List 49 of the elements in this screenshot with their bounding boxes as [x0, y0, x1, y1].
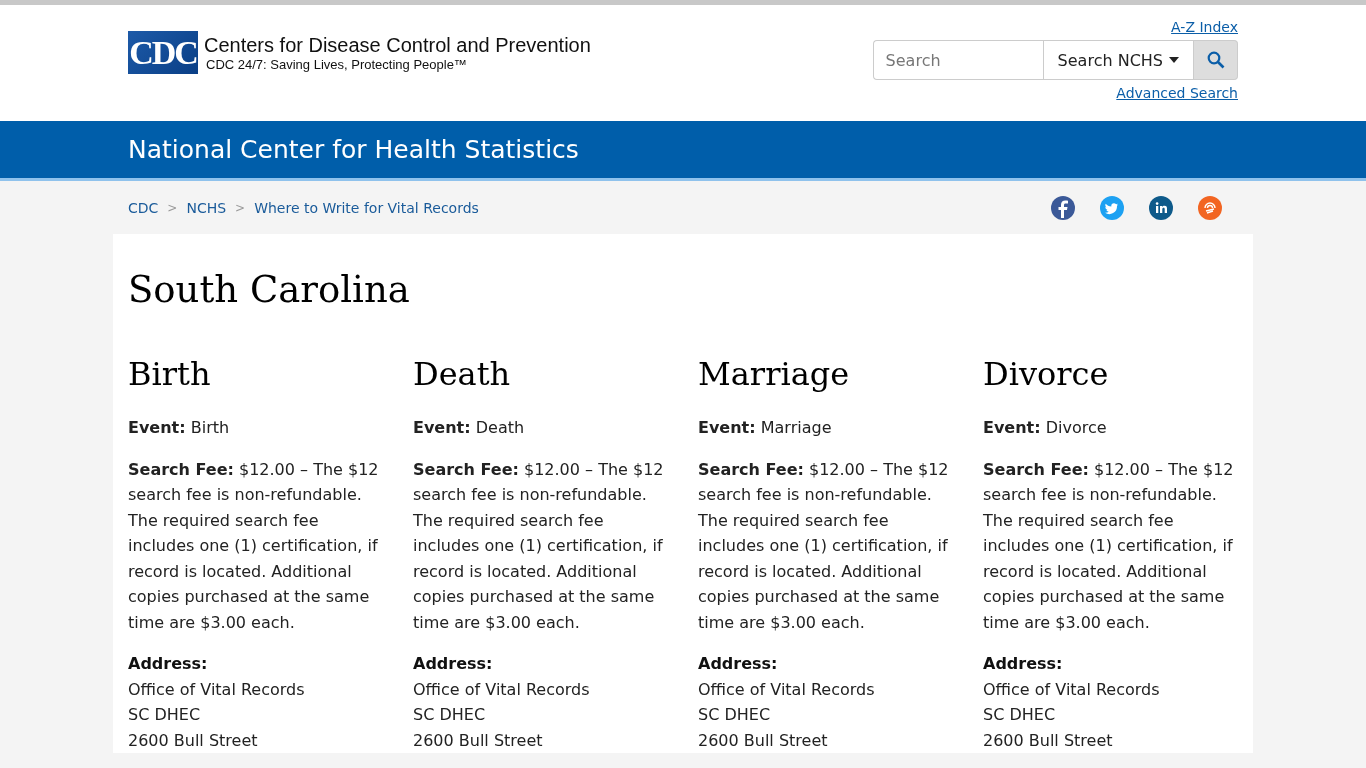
linkedin-icon[interactable]	[1149, 195, 1173, 220]
search-fee-text: Search Fee: $12.00 – The $12 search fee is non-refundable. The required search fee includes one (1) certification, if record is located. Additional copies purchased at the same time are $3.00 each.	[128, 458, 380, 634]
event-text: Event: Marriage	[698, 417, 833, 439]
address-line: SC DHEC	[413, 704, 487, 726]
address-line: Office of Vital Records	[698, 678, 876, 701]
banner-title[interactable]: National Center for Health Statistics	[128, 135, 1238, 164]
event-text: Event: Divorce	[983, 417, 1108, 439]
syndicate-icon[interactable]	[1198, 195, 1222, 220]
event-text: Event: Death	[413, 417, 526, 439]
address-line: Office of Vital Records	[128, 678, 306, 701]
address-line: SC DHEC	[698, 704, 772, 726]
page-title: South Carolina	[128, 268, 411, 311]
twitter-icon[interactable]	[1100, 195, 1124, 220]
advanced-search-link[interactable]: Advanced Search	[1116, 85, 1238, 101]
breadcrumb-link[interactable]: Where to Write for Vital Records	[254, 199, 479, 216]
section-heading: Birth	[128, 355, 212, 393]
breadcrumb-separator: >	[167, 200, 178, 215]
event-text: Event: Birth	[128, 417, 231, 439]
address-line: SC DHEC	[983, 704, 1057, 726]
address-line: 2600 Bull Street	[413, 729, 544, 752]
breadcrumb-separator: >	[235, 200, 246, 215]
a-z-index-link[interactable]: A-Z Index	[1171, 19, 1238, 35]
search-icon	[1206, 51, 1225, 69]
breadcrumb-link[interactable]: CDC	[128, 199, 159, 216]
tagline: CDC 24/7: Saving Lives, Protecting People™	[206, 56, 468, 72]
address-line: Office of Vital Records	[983, 678, 1161, 701]
search-scope-dropdown[interactable]: Search NCHS	[1042, 40, 1194, 80]
facebook-icon[interactable]	[1051, 195, 1075, 220]
section-heading: Divorce	[983, 355, 1110, 393]
address-label: Address:	[698, 653, 779, 675]
search-fee-text: Search Fee: $12.00 – The $12 search fee is non-refundable. The required search fee includes one (1) certification, if record is located. Additional copies purchased at the same time are $3.00 each.	[983, 458, 1235, 634]
search-button[interactable]	[1194, 40, 1238, 80]
cdc-logo[interactable]: CDC	[128, 31, 198, 74]
address-line: SC DHEC	[128, 704, 202, 726]
address-line: 2600 Bull Street	[983, 729, 1114, 752]
breadcrumb-link[interactable]: NCHS	[186, 199, 227, 216]
search-fee-text: Search Fee: $12.00 – The $12 search fee is non-refundable. The required search fee includes one (1) certification, if record is located. Additional copies purchased at the same time are $3.00 each.	[413, 458, 665, 634]
section-heading: Marriage	[698, 355, 851, 393]
organization-name: Centers for Disease Control and Prevention	[204, 33, 591, 57]
caret-icon	[1169, 57, 1179, 63]
section-heading: Death	[413, 355, 512, 393]
address-line: Office of Vital Records	[413, 678, 591, 701]
address-label: Address:	[983, 653, 1064, 675]
address-label: Address:	[413, 653, 494, 675]
address-label: Address:	[128, 653, 209, 675]
address-line: 2600 Bull Street	[128, 729, 259, 752]
address-line: 2600 Bull Street	[698, 729, 829, 752]
search-field[interactable]: Search	[872, 40, 1043, 80]
search-fee-text: Search Fee: $12.00 – The $12 search fee is non-refundable. The required search fee includes one (1) certification, if record is located. Additional copies purchased at the same time are $3.00 each.	[698, 458, 950, 634]
